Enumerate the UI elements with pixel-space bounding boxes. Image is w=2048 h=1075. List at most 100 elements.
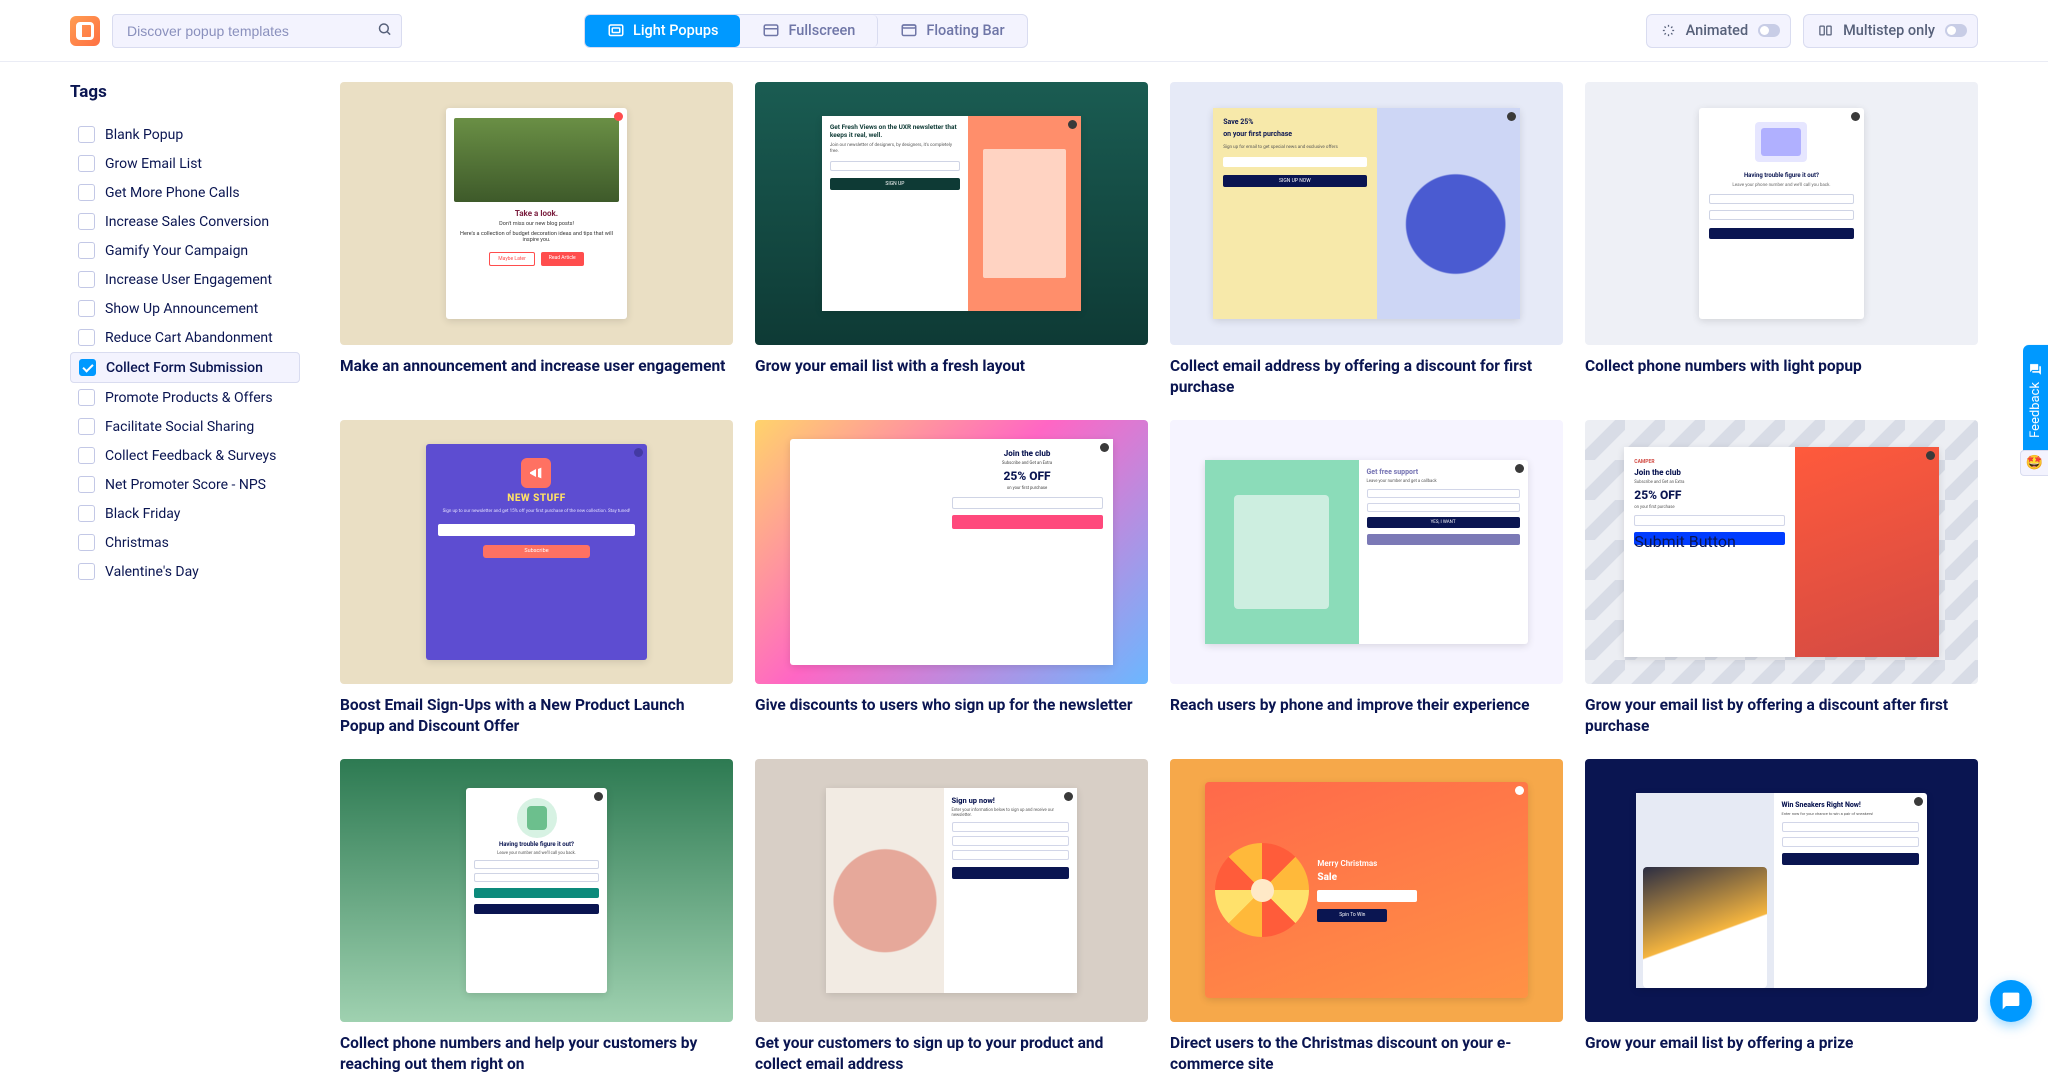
tag-christmas[interactable]: Christmas: [70, 528, 300, 557]
tag-label: Grow Email List: [105, 156, 202, 172]
popup-text: Sign up to our newsletter and get 15% of…: [443, 509, 631, 515]
template-card[interactable]: Having trouble figure it out? Leave your…: [1585, 82, 1978, 398]
popup-headline: Sign up now!: [952, 796, 1070, 805]
checkbox-icon: [78, 534, 95, 551]
tag-valentines-day[interactable]: Valentine's Day: [70, 557, 300, 586]
template-thumbnail: CAMPER Join the club Subscribe and Get a…: [1585, 420, 1978, 683]
popup-big: 25% OFF: [1003, 469, 1050, 483]
popup-btn-secondary: Maybe Later: [489, 252, 535, 266]
template-title: Get your customers to sign up to your pr…: [755, 1033, 1148, 1075]
tag-show-up-announcement[interactable]: Show Up Announcement: [70, 294, 300, 323]
template-card[interactable]: Get free support Leave your number and g…: [1170, 420, 1563, 736]
search-icon: [377, 21, 392, 40]
tag-facilitate-social-sharing[interactable]: Facilitate Social Sharing: [70, 412, 300, 441]
popup-text: Leave your number and we'll call you bac…: [497, 851, 576, 856]
template-thumbnail: NEW STUFF Sign up to our newsletter and …: [340, 420, 733, 683]
tag-increase-sales-conversion[interactable]: Increase Sales Conversion: [70, 207, 300, 236]
template-title: Grow your email list by offering a disco…: [1585, 695, 1978, 737]
template-title: Reach users by phone and improve their e…: [1170, 695, 1563, 716]
checkbox-icon: [78, 126, 95, 143]
emoji-tab[interactable]: 🤩: [2020, 450, 2048, 476]
template-card[interactable]: Having trouble figure it out? Leave your…: [340, 759, 733, 1075]
template-card[interactable]: CAMPER Join the club Subscribe and Get a…: [1585, 420, 1978, 736]
tag-label: Increase User Engagement: [105, 272, 272, 288]
checkbox-icon: [78, 563, 95, 580]
template-card[interactable]: Join the club Subscribe and Get an Extra…: [755, 420, 1148, 736]
template-card[interactable]: Sign up now! Enter your information belo…: [755, 759, 1148, 1075]
tag-black-friday[interactable]: Black Friday: [70, 499, 300, 528]
popup-btn-primary: Read Article: [541, 252, 584, 266]
checkbox-icon: [78, 213, 95, 230]
template-thumbnail: Save 25% on your first purchase Sign up …: [1170, 82, 1563, 345]
tag-blank-popup[interactable]: Blank Popup: [70, 120, 300, 149]
toggle-multistep[interactable]: Multistep only: [1803, 14, 1978, 48]
tag-increase-user-engagement[interactable]: Increase User Engagement: [70, 265, 300, 294]
template-thumbnail: Merry Christmas Sale Spin To Win: [1170, 759, 1563, 1022]
popup-headline: Having trouble figure it out?: [1744, 172, 1819, 179]
tag-label: Promote Products & Offers: [105, 390, 273, 406]
template-title: Make an announcement and increase user e…: [340, 356, 733, 377]
popup-preview: CAMPER Join the club Subscribe and Get a…: [1624, 447, 1938, 658]
template-title: Grow your email list by offering a prize: [1585, 1033, 1978, 1054]
feedback-tab[interactable]: Feedback: [2023, 345, 2048, 456]
popup-text: Subscribe and Get an Extra: [1634, 480, 1785, 485]
tab-fullscreen[interactable]: Fullscreen: [740, 15, 878, 47]
template-card[interactable]: Get Fresh Views on the UXR newsletter th…: [755, 82, 1148, 398]
tag-collect-form-submission[interactable]: Collect Form Submission: [70, 352, 300, 383]
template-thumbnail: Sign up now! Enter your information belo…: [755, 759, 1148, 1022]
popup-headline: Save 25%: [1223, 118, 1366, 126]
tag-promote-products-offers[interactable]: Promote Products & Offers: [70, 383, 300, 412]
tag-collect-feedback-surveys[interactable]: Collect Feedback & Surveys: [70, 441, 300, 470]
checkbox-icon: [78, 271, 95, 288]
checkbox-icon: [78, 389, 95, 406]
tag-label: Show Up Announcement: [105, 301, 258, 317]
popup-headline: Win Sneakers Right Now!: [1782, 801, 1919, 809]
tags-sidebar: Tags Blank Popup Grow Email List Get Mor…: [70, 82, 300, 1075]
popup-cta: Subscribe: [483, 545, 591, 558]
template-card[interactable]: Merry Christmas Sale Spin To Win Direct …: [1170, 759, 1563, 1075]
search-input[interactable]: [112, 14, 402, 48]
popup-cta: Submit Button: [1634, 532, 1785, 545]
page-body: Tags Blank Popup Grow Email List Get Mor…: [0, 62, 2048, 1075]
popup-preview: Sign up now! Enter your information belo…: [826, 788, 1078, 994]
toggle-animated[interactable]: Animated: [1646, 14, 1791, 48]
tab-floating-bar[interactable]: Floating Bar: [878, 15, 1026, 47]
chat-button[interactable]: [1990, 980, 2032, 1022]
popup-text: Enter now for your chance to win a pair …: [1782, 812, 1919, 817]
popup-preview: Take a look. Don't miss our new blog pos…: [446, 108, 627, 319]
template-thumbnail: Having trouble figure it out? Leave your…: [1585, 82, 1978, 345]
tag-label: Net Promoter Score - NPS: [105, 477, 266, 493]
popup-preview: Save 25% on your first purchase Sign up …: [1213, 108, 1520, 319]
popup-body: Here's a collection of budget decoration…: [454, 231, 619, 244]
popup-headline: Get Fresh Views on the UXR newsletter th…: [830, 124, 960, 139]
tab-light-popups[interactable]: Light Popups: [585, 15, 740, 47]
tag-nps[interactable]: Net Promoter Score - NPS: [70, 470, 300, 499]
checkbox-icon: [78, 184, 95, 201]
template-title: Collect phone numbers with light popup: [1585, 356, 1978, 377]
popup-text2: on your first purchase: [1634, 505, 1785, 510]
tab-label: Floating Bar: [926, 22, 1004, 39]
tag-gamify-campaign[interactable]: Gamify Your Campaign: [70, 236, 300, 265]
popup-subhead: on your first purchase: [1223, 130, 1366, 138]
template-thumbnail: Win Sneakers Right Now! Enter now for yo…: [1585, 759, 1978, 1022]
tag-label: Collect Form Submission: [106, 360, 263, 376]
template-type-tabs: Light Popups Fullscreen Floating Bar: [584, 14, 1028, 48]
template-card[interactable]: Save 25% on your first purchase Sign up …: [1170, 82, 1563, 398]
tag-label: Blank Popup: [105, 127, 183, 143]
template-title: Boost Email Sign-Ups with a New Product …: [340, 695, 733, 737]
template-card[interactable]: NEW STUFF Sign up to our newsletter and …: [340, 420, 733, 736]
close-icon: [634, 448, 643, 457]
tag-get-more-phone-calls[interactable]: Get More Phone Calls: [70, 178, 300, 207]
tag-reduce-cart-abandonment[interactable]: Reduce Cart Abandonment: [70, 323, 300, 352]
template-title: Direct users to the Christmas discount o…: [1170, 1033, 1563, 1075]
popup-headline: Get free support: [1367, 468, 1520, 476]
tag-label: Reduce Cart Abandonment: [105, 330, 273, 346]
close-icon: [1064, 792, 1073, 801]
template-card[interactable]: Take a look. Don't miss our new blog pos…: [340, 82, 733, 398]
popup-text: Sign up for email to get special news an…: [1223, 145, 1366, 150]
tag-grow-email-list[interactable]: Grow Email List: [70, 149, 300, 178]
popup-text: Leave your number and get a callback: [1367, 479, 1520, 484]
close-icon: [1914, 797, 1923, 806]
popup-title: Take a look.: [515, 209, 558, 218]
template-card[interactable]: Win Sneakers Right Now! Enter now for yo…: [1585, 759, 1978, 1075]
